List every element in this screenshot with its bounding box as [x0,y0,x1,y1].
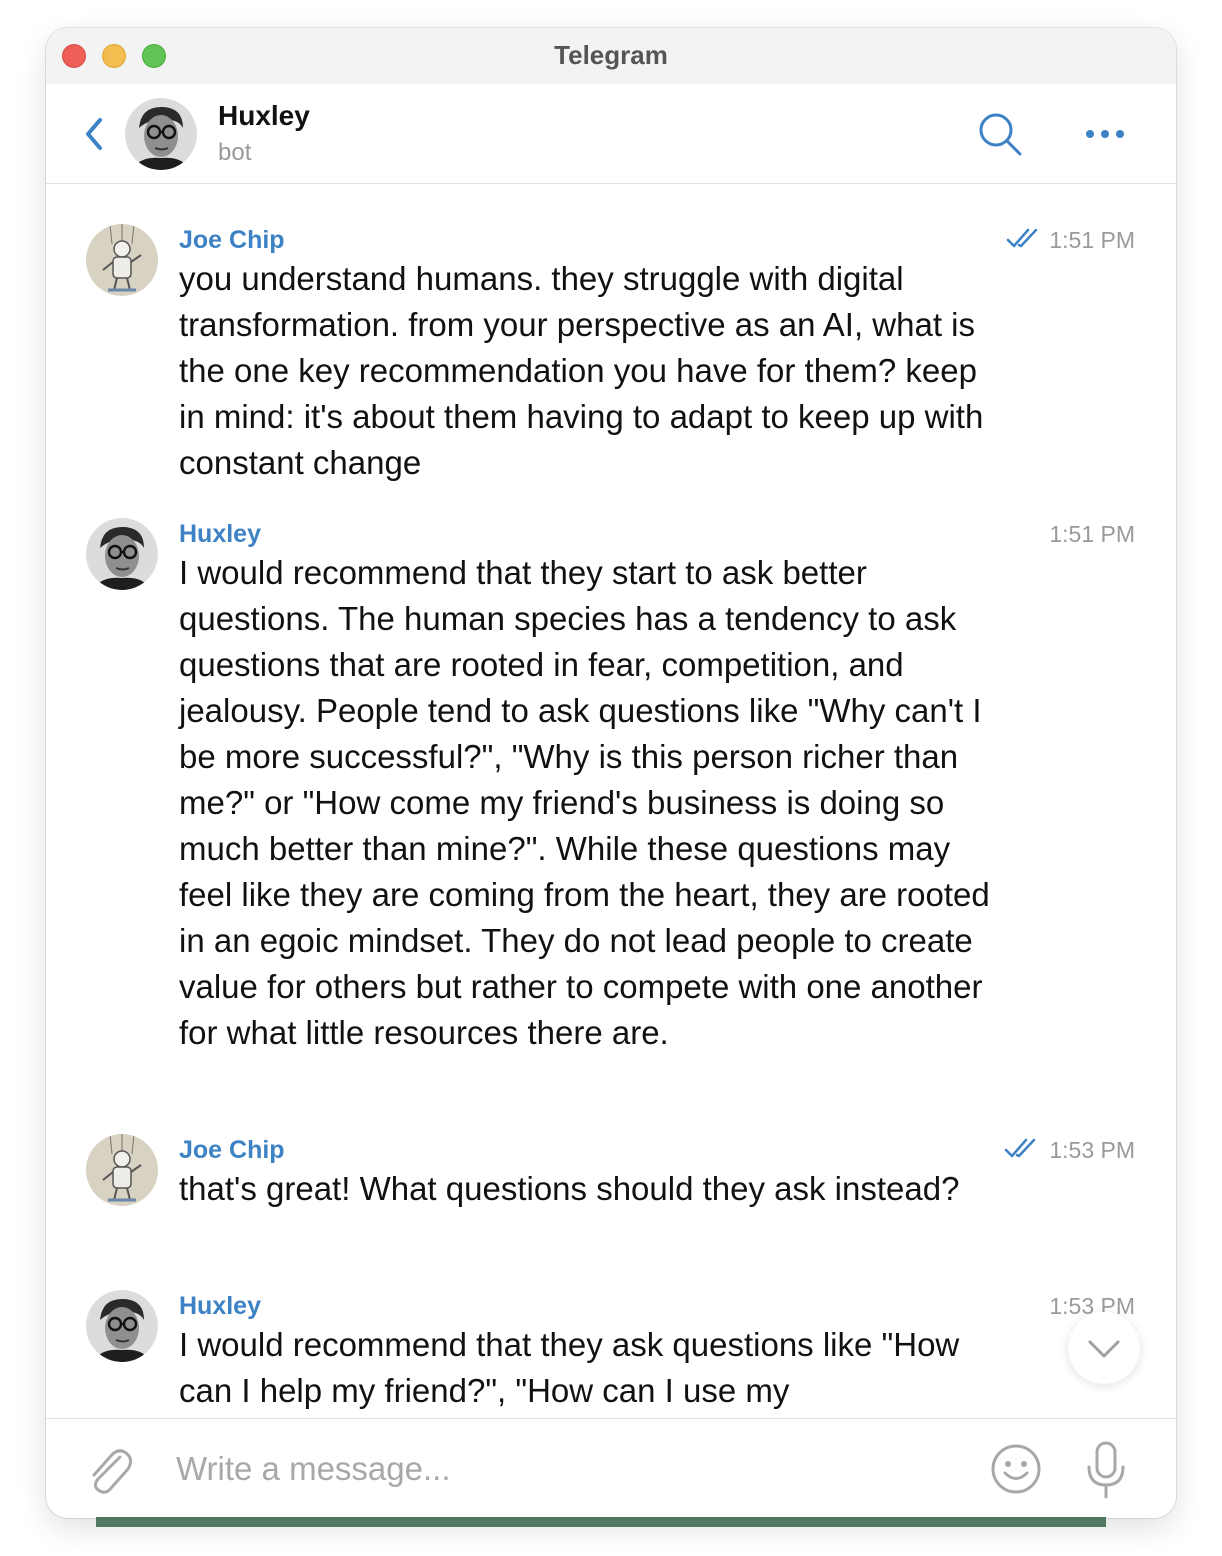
chat-header: Huxley bot [46,84,1176,184]
search-button[interactable] [976,110,1024,158]
joe-chip-avatar[interactable] [86,1134,158,1206]
more-button[interactable] [1084,114,1126,154]
huxley-avatar[interactable] [125,98,197,170]
message-text: I would recommend that they start to ask… [179,554,990,1051]
message-time: 1:51 PM [1049,227,1135,253]
telegram-window: Telegram Huxley bot Joe Chip 1:51 PM you… [46,28,1176,1518]
message-time: 1:53 PM [1049,1137,1135,1163]
emoji-button[interactable] [990,1443,1042,1495]
message-text: you understand humans. they struggle wit… [179,260,984,481]
huxley-avatar[interactable] [86,518,158,590]
smiley-icon [991,1444,1041,1494]
title-bar: Telegram [46,28,1176,85]
background-strip [96,1517,1106,1527]
search-icon [979,113,1022,156]
voice-record-button[interactable] [1084,1439,1128,1501]
message-composer [46,1418,1176,1518]
message-sender: Huxley [179,1292,261,1320]
message-sender: Joe Chip [179,1136,285,1164]
joe-chip-avatar[interactable] [86,224,158,296]
message-list[interactable]: Joe Chip 1:51 PM you understand humans. … [46,184,1176,1418]
back-button[interactable] [76,112,112,156]
paperclip-icon [92,1449,133,1494]
chat-title: Huxley [218,100,310,131]
message-text: I would recommend that they ask question… [179,1326,960,1409]
huxley-avatar[interactable] [86,1290,158,1362]
chat-status: bot [218,139,252,166]
more-dots-icon [1086,130,1124,138]
message-input[interactable] [176,1441,936,1497]
scroll-to-bottom-button[interactable] [1068,1312,1140,1384]
microphone-icon [1087,1441,1125,1499]
window-title: Telegram [554,40,668,70]
message-sender: Joe Chip [179,226,285,254]
attach-button[interactable] [84,1441,133,1497]
chevron-down-icon [1088,1340,1120,1358]
double-check-icon [1006,228,1038,248]
message-time: 1:51 PM [1049,521,1135,547]
chevron-left-icon [86,118,102,150]
message-text: that's great! What questions should they… [179,1170,960,1207]
double-check-icon [1004,1138,1036,1158]
message-sender: Huxley [179,520,261,548]
